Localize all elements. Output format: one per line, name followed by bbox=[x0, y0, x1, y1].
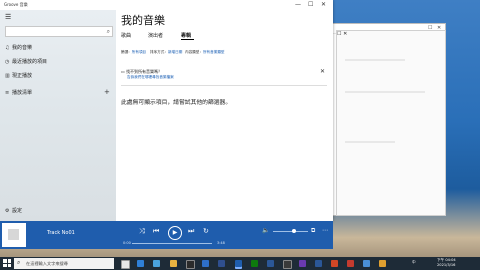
miniplayer-button[interactable]: ⧉ bbox=[311, 227, 315, 235]
sort-dropdown[interactable]: 排序方式：新增日期 bbox=[150, 50, 182, 55]
sort-label: 排序方式： bbox=[150, 50, 168, 54]
sidebar-item-label: 最近播放的項目 bbox=[12, 59, 48, 65]
mail-icon[interactable] bbox=[202, 260, 209, 267]
sidebar-item-recent[interactable]: ◷ 最近播放的項目 bbox=[5, 58, 47, 66]
xbox-icon[interactable] bbox=[251, 260, 258, 267]
onenote-icon[interactable] bbox=[299, 260, 306, 267]
progress-bar[interactable] bbox=[132, 243, 212, 244]
playlist-icon: ≡ bbox=[5, 90, 10, 96]
page-title: 我的音樂 bbox=[121, 14, 165, 27]
album-art[interactable] bbox=[2, 223, 26, 247]
clock-icon: ◷ bbox=[5, 59, 10, 65]
volume-slider-thumb[interactable] bbox=[292, 229, 296, 233]
sidebar-item-playlists[interactable]: ≡ 播放清單 bbox=[5, 89, 32, 97]
bg-explorer-maximize-icon[interactable]: ☐ bbox=[337, 31, 341, 37]
word-icon[interactable] bbox=[267, 260, 274, 267]
app3-icon[interactable] bbox=[379, 260, 386, 267]
genre-dropdown[interactable]: 內容類型：所有音樂類型 bbox=[185, 50, 225, 55]
play-button[interactable]: ▶ bbox=[168, 226, 182, 240]
hamburger-menu-button[interactable]: ☰ bbox=[5, 13, 11, 21]
settings-label: 設定 bbox=[12, 208, 23, 214]
task-view-icon[interactable] bbox=[121, 260, 130, 269]
tab-albums[interactable]: 專輯 bbox=[181, 32, 191, 39]
filter-label: 篩選： bbox=[121, 50, 132, 54]
minimize-button[interactable]: — bbox=[295, 1, 301, 8]
ie-icon[interactable] bbox=[153, 260, 160, 267]
sort-value: 新增日期 bbox=[167, 50, 183, 54]
app-title: Groove 音樂 bbox=[4, 2, 28, 7]
sidebar-item-label: 現正播放 bbox=[12, 73, 33, 79]
powerpoint-icon[interactable] bbox=[331, 260, 338, 267]
groove-music-taskbar-icon[interactable] bbox=[235, 260, 242, 267]
settings-button[interactable]: ⚙ 設定 bbox=[5, 207, 22, 215]
tray-clock[interactable]: 下午 04:04 2021/3/16 bbox=[437, 258, 456, 267]
sidebar-item-label: 播放清單 bbox=[12, 90, 33, 96]
file-explorer-icon[interactable] bbox=[170, 260, 177, 267]
sidebar-item-now-playing[interactable]: ▥ 現正播放 bbox=[5, 72, 32, 80]
tab-songs[interactable]: 歌曲 bbox=[121, 32, 131, 39]
search-icon[interactable]: ⌕ bbox=[107, 28, 110, 36]
time-total: 3:48 bbox=[217, 241, 225, 245]
search-input[interactable]: ⌕ bbox=[5, 26, 113, 37]
main-content bbox=[116, 10, 333, 221]
bg-explorer-close-icon[interactable]: ✕ bbox=[343, 31, 347, 37]
search-icon: ⌕ bbox=[17, 259, 21, 266]
close-button[interactable]: ✕ bbox=[321, 1, 326, 8]
empty-state-message: 此處無可顯示項目，請嘗試其他的篩選器。 bbox=[121, 100, 232, 106]
store-icon[interactable] bbox=[186, 260, 195, 269]
background-explorer-window[interactable]: ☐ ✕ bbox=[336, 30, 446, 216]
app-icon[interactable] bbox=[283, 260, 292, 269]
shuffle-button[interactable]: ⤨ bbox=[139, 227, 145, 236]
track-title[interactable]: Track No01 bbox=[47, 230, 75, 236]
photos-icon[interactable] bbox=[218, 260, 225, 267]
add-playlist-button[interactable]: + bbox=[104, 88, 110, 96]
maximize-button[interactable]: ☐ bbox=[308, 1, 313, 8]
title-bar[interactable]: Groove 音樂 — ☐ ✕ bbox=[0, 0, 333, 10]
pdf-reader-icon[interactable] bbox=[347, 260, 354, 267]
volume-button[interactable]: 🔈 bbox=[262, 227, 269, 234]
repeat-button[interactable]: ↻ bbox=[203, 227, 209, 235]
sidebar-item-label: 我的音樂 bbox=[12, 45, 33, 51]
music-note-icon: ♫ bbox=[5, 45, 10, 51]
taskbar-search-placeholder: 在這裡輸入文字來搜尋 bbox=[26, 261, 68, 266]
filter-dropdown[interactable]: 篩選：所有項目 bbox=[121, 50, 146, 55]
edge-icon[interactable] bbox=[137, 260, 144, 267]
notice-link[interactable]: 告訴我們在哪裡尋找音樂檔案 bbox=[127, 75, 174, 80]
tray-language[interactable]: 中 bbox=[412, 260, 416, 265]
sidebar bbox=[0, 10, 116, 221]
volume-slider[interactable] bbox=[273, 231, 308, 232]
now-playing-icon: ▥ bbox=[5, 73, 10, 79]
previous-button[interactable]: ⏮ bbox=[153, 227, 159, 236]
time-elapsed: 0:00 bbox=[123, 241, 131, 245]
taskbar-search-box[interactable]: ⌕ 在這裡輸入文字來搜尋 bbox=[14, 258, 114, 269]
active-tab-indicator bbox=[181, 39, 194, 40]
missing-music-notice: ▭ 找不到所有音樂嗎？ 告訴我們在哪裡尋找音樂檔案 ✕ bbox=[121, 68, 327, 86]
outlook-icon[interactable] bbox=[315, 260, 322, 267]
genre-label: 內容類型： bbox=[185, 50, 203, 54]
genre-value: 所有音樂類型 bbox=[202, 50, 225, 54]
gear-icon: ⚙ bbox=[5, 208, 10, 214]
notice-title-text: 找不到所有音樂嗎？ bbox=[126, 69, 163, 74]
sidebar-item-my-music[interactable]: ♫ 我的音樂 bbox=[5, 44, 32, 52]
app2-icon[interactable] bbox=[363, 260, 370, 267]
tab-artists[interactable]: 演出者 bbox=[148, 32, 163, 39]
start-button[interactable] bbox=[3, 259, 11, 267]
next-button[interactable]: ⏭ bbox=[188, 227, 194, 236]
filter-value: 所有項目 bbox=[131, 50, 147, 54]
dismiss-notice-button[interactable]: ✕ bbox=[320, 68, 325, 75]
more-options-button[interactable]: ⋯ bbox=[322, 227, 328, 234]
